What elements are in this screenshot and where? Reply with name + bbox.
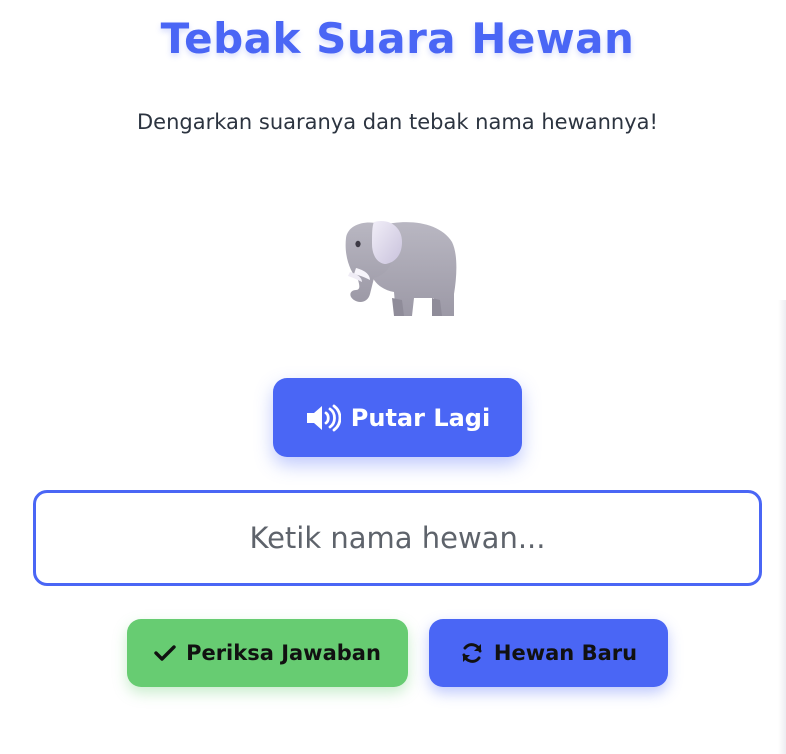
speaker-icon	[305, 404, 341, 432]
new-animal-button[interactable]: Hewan Baru	[429, 619, 668, 687]
scrollbar-track	[778, 300, 786, 754]
page-title: Tebak Suara Hewan	[160, 14, 635, 63]
checkmark-icon	[154, 644, 176, 662]
check-answer-button[interactable]: Periksa Jawaban	[127, 619, 408, 687]
elephant-icon	[336, 216, 460, 322]
animal-name-input[interactable]	[33, 490, 762, 586]
instructions-text: Dengarkan suaranya dan tebak nama hewann…	[137, 110, 658, 134]
new-animal-label: Hewan Baru	[493, 641, 638, 665]
refresh-icon	[460, 641, 484, 665]
replay-sound-label: Putar Lagi	[350, 403, 491, 432]
replay-sound-button[interactable]: Putar Lagi	[273, 378, 522, 457]
check-answer-label: Periksa Jawaban	[186, 641, 381, 665]
game-page: Tebak Suara Hewan Dengarkan suaranya dan…	[0, 0, 786, 754]
